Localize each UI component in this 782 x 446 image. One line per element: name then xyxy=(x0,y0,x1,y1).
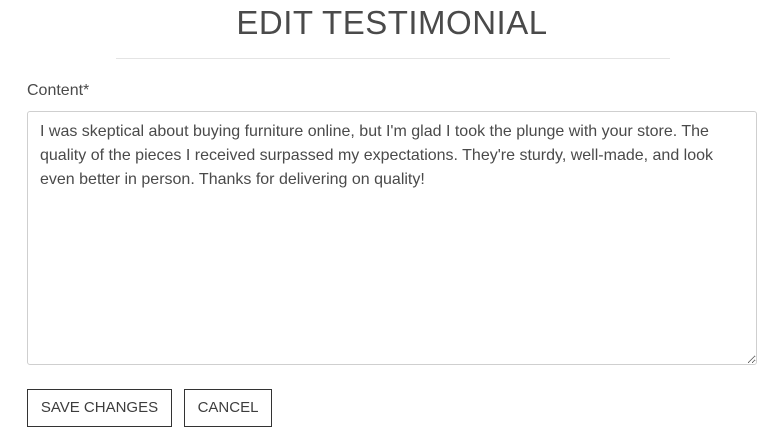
content-label: Content* xyxy=(27,82,90,99)
cancel-button[interactable]: CANCEL xyxy=(184,389,272,427)
page-title: EDIT TESTIMONIAL xyxy=(236,4,548,41)
save-changes-button[interactable]: SAVE CHANGES xyxy=(27,389,172,427)
content-textarea[interactable]: I was skeptical about buying furniture o… xyxy=(27,111,757,365)
title-divider xyxy=(116,58,670,59)
